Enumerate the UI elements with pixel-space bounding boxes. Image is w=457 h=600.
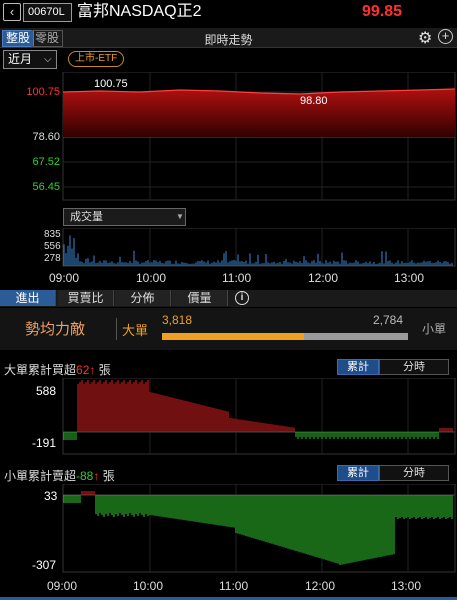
big-order-title: 大單累計買超62↑ 張 [4,361,111,378]
time-label: 11:00 [222,271,252,285]
time-label: 13:00 [394,271,425,285]
tab-price-volume[interactable]: 價量 [172,290,228,306]
info-icon[interactable]: i [235,291,249,305]
price-chart [62,72,456,201]
last-annotation: 98.80 [300,95,328,107]
balance-status: 勢均力敵 [25,321,86,338]
small-order-chart [62,484,456,573]
small-order-label: 小單 [422,322,447,336]
time-label: 10:00 [136,271,167,285]
panel-title: 即時走勢 [204,33,253,47]
time-label: 10:00 [133,579,164,593]
cumulative-button[interactable]: 累計 [337,359,379,375]
tab-buy-sell-ratio[interactable]: 買賣比 [58,290,114,306]
chevron-left-icon[interactable]: ‹ [3,3,21,21]
big-order-title-text: 大單累計買超 [4,363,77,377]
last-price: 99.85 [362,3,403,20]
big-order-chart [62,378,456,455]
big-order-value: 3,818 [162,313,193,327]
unit: 張 [98,363,111,377]
timeshare-button[interactable]: 分時 [379,359,449,375]
vol-y-label: 835 [44,229,61,240]
arrow-up-icon: ↑ [89,363,96,377]
gear-icon[interactable]: ⚙ [418,28,432,48]
time-label: 13:00 [391,579,422,593]
cumulative-button[interactable]: 累計 [337,465,379,481]
y-label-low2: 56.45 [32,181,60,193]
y-label-high: 100.75 [26,86,60,98]
small-order-value: 2,784 [373,313,404,327]
y-label-low1: 67.52 [32,156,60,168]
plus-circle-icon[interactable]: + [438,29,453,44]
y-label-ref: 78.60 [32,131,60,143]
divider [116,318,117,340]
big-order-label: 大單 [122,323,149,338]
chevron-down-icon[interactable]: ⌵ [44,50,52,69]
price-area [63,89,455,137]
tab-in-out[interactable]: 進出 [0,290,56,306]
arrow-up-icon: ↑ [93,469,100,483]
etf-badge: 上市-ETF [68,51,125,67]
time-label: 09:00 [47,579,78,593]
small-order-title-text: 小單累計賣超 [4,469,77,483]
big-order-value: 62 [76,363,90,377]
indicator-select[interactable]: 成交量 [63,208,186,226]
time-label: 11:00 [219,579,249,593]
volume-chart [62,228,456,267]
stock-code-field[interactable]: 00670L [23,3,72,22]
time-label: 09:00 [49,271,80,285]
chevron-down-icon[interactable]: ▼ [176,208,184,226]
unit: 張 [102,469,115,483]
balance-bar-fill [162,333,304,340]
time-label: 12:00 [308,271,339,285]
vol-y-label: 556 [44,241,61,252]
timeshare-button[interactable]: 分時 [379,465,449,481]
high-annotation: 100.75 [94,78,128,90]
tab-distribution[interactable]: 分佈 [115,290,171,306]
small-order-title: 小單累計賣超-88↑ 張 [4,467,115,484]
vol-y-label: 278 [44,253,61,264]
time-label: 12:00 [305,579,336,593]
small-order-value: -88 [76,469,94,483]
stock-name: 富邦NASDAQ正2 [77,3,202,20]
